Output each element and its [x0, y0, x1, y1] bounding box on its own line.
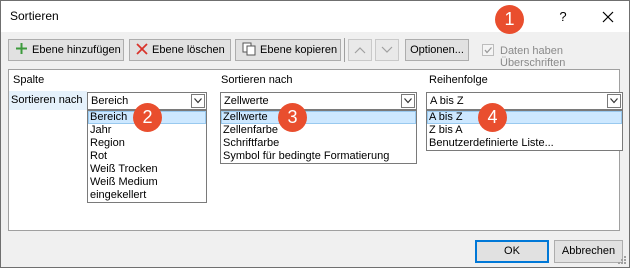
- chevron-down-icon: [381, 46, 393, 53]
- sort-on-option[interactable]: Zellwerte: [221, 111, 416, 124]
- options-button[interactable]: Optionen...: [405, 39, 469, 61]
- order-option[interactable]: Benutzerdefinierte Liste...: [427, 137, 622, 150]
- delete-level-label: Ebene löschen: [152, 44, 225, 56]
- has-headers-checkbox[interactable]: [482, 44, 494, 56]
- checkmark-icon: [484, 47, 492, 54]
- dialog-title: Sortieren: [10, 9, 59, 23]
- resize-grip-icon[interactable]: [617, 255, 627, 265]
- sort-on-select-dropdown[interactable]: [401, 94, 415, 108]
- order-select-dropdown[interactable]: [607, 94, 621, 108]
- chevron-down-icon: [404, 98, 412, 104]
- order-option[interactable]: Z bis A: [427, 124, 622, 137]
- order-select[interactable]: A bis Z: [426, 92, 623, 110]
- options-label: Optionen...: [410, 44, 464, 56]
- sort-dialog: Sortieren ? Ebene hinzufügen Ebene lösch…: [0, 0, 630, 268]
- order-option[interactable]: A bis Z: [427, 111, 622, 124]
- order-select-value: A bis Z: [430, 95, 464, 107]
- ok-button[interactable]: OK: [475, 240, 549, 263]
- sort-level-label: Sortieren nach: [11, 94, 83, 106]
- chevron-down-icon: [610, 98, 618, 104]
- copy-icon: [242, 42, 256, 59]
- sort-on-option[interactable]: Schriftfarbe: [221, 137, 416, 150]
- column-option[interactable]: Weiß Medium: [88, 176, 206, 189]
- move-up-button[interactable]: [348, 39, 372, 61]
- column-option[interactable]: Region: [88, 137, 206, 150]
- sort-on-option[interactable]: Symbol für bedingte Formatierung: [221, 150, 416, 163]
- column-header-order: Reihenfolge: [429, 74, 488, 86]
- sort-on-option[interactable]: Zellenfarbe: [221, 124, 416, 137]
- delete-x-icon: [136, 42, 148, 58]
- column-header-column: Spalte: [13, 74, 45, 86]
- close-icon: [602, 11, 614, 23]
- column-option[interactable]: Rot: [88, 150, 206, 163]
- close-button[interactable]: [597, 6, 619, 28]
- column-option[interactable]: eingekellert: [88, 189, 206, 202]
- help-button[interactable]: ?: [553, 7, 573, 27]
- copy-level-button[interactable]: Ebene kopieren: [235, 39, 341, 61]
- add-level-label: Ebene hinzufügen: [32, 44, 121, 56]
- add-level-button[interactable]: Ebene hinzufügen: [8, 39, 124, 61]
- column-header-sort-on: Sortieren nach: [221, 74, 293, 86]
- delete-level-button[interactable]: Ebene löschen: [129, 39, 231, 61]
- callout-badge: 3: [278, 103, 307, 132]
- order-options-list: A bis Z Z bis A Benutzerdefinierte Liste…: [426, 110, 623, 151]
- has-headers-label: Daten haben Überschriften: [500, 45, 566, 69]
- title-bar: Sortieren ?: [1, 1, 629, 32]
- sort-on-select[interactable]: Zellwerte: [220, 92, 417, 110]
- toolbar-separator: [344, 38, 345, 62]
- cancel-button[interactable]: Abbrechen: [554, 240, 623, 263]
- chevron-down-icon: [194, 98, 202, 104]
- plus-icon: [15, 42, 28, 58]
- sort-on-options-list: Zellwerte Zellenfarbe Schriftfarbe Symbo…: [220, 110, 417, 164]
- column-select-dropdown[interactable]: [191, 94, 205, 108]
- callout-badge: 4: [478, 103, 507, 132]
- copy-level-label: Ebene kopieren: [260, 44, 338, 56]
- chevron-up-icon: [354, 47, 366, 54]
- sort-on-select-value: Zellwerte: [224, 95, 269, 107]
- move-down-button[interactable]: [375, 39, 399, 61]
- column-option[interactable]: Weiß Trocken: [88, 163, 206, 176]
- callout-badge: 2: [133, 103, 162, 132]
- column-select-value: Bereich: [91, 95, 129, 107]
- callout-badge: 1: [495, 5, 524, 34]
